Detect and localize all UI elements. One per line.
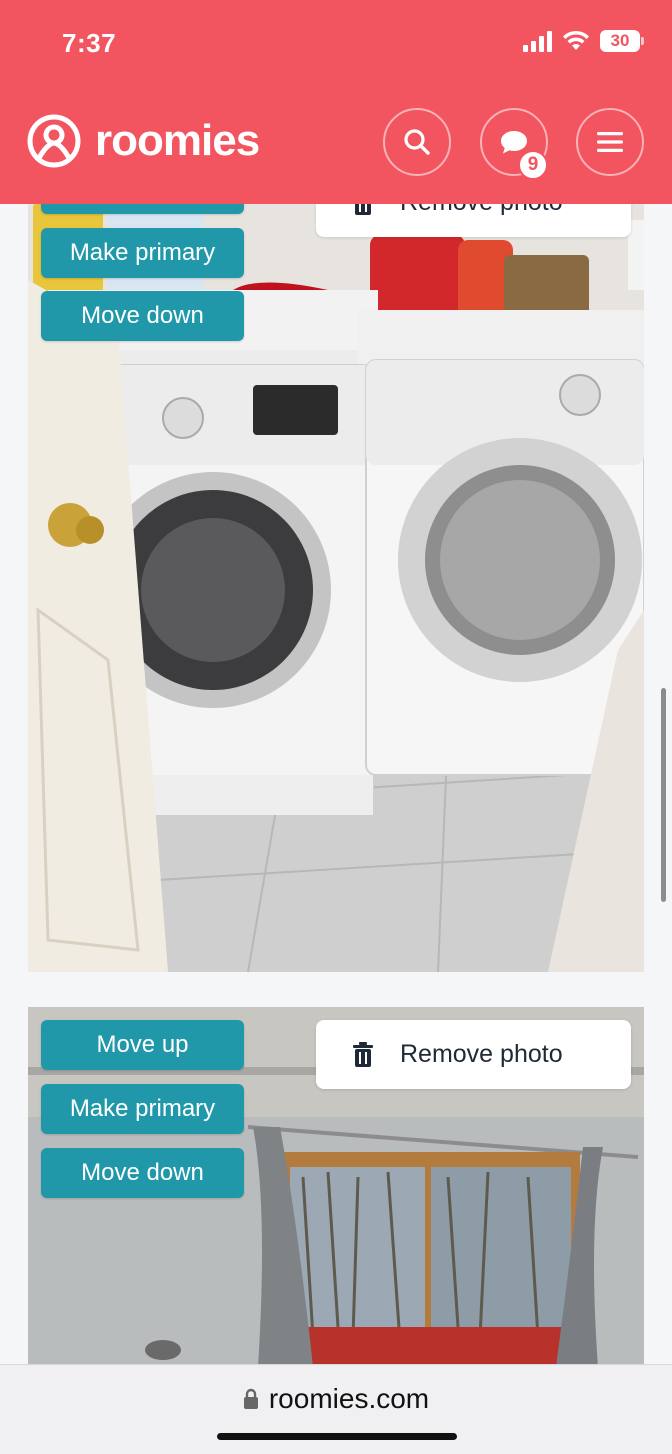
- url-text: roomies.com: [268, 1383, 430, 1414]
- url-display[interactable]: roomies.com: [0, 1383, 672, 1415]
- message-count-badge: 9: [518, 150, 548, 180]
- menu-icon: [597, 132, 623, 152]
- make-primary-button[interactable]: Make primary: [41, 228, 244, 278]
- home-indicator: [217, 1433, 457, 1440]
- photo-card-1: Remove photo Make primary Move down: [28, 180, 644, 972]
- search-icon: [404, 129, 430, 155]
- roomies-logo-icon: [27, 114, 81, 168]
- trash-icon: [353, 1041, 373, 1067]
- page-scrollbar[interactable]: [661, 688, 666, 902]
- brand-name: roomies: [95, 116, 260, 165]
- remove-photo-label: Remove photo: [400, 1040, 563, 1068]
- lock-icon: [243, 1388, 258, 1409]
- search-button[interactable]: [383, 108, 451, 176]
- make-primary-button[interactable]: Make primary: [41, 1084, 244, 1134]
- battery-indicator: 30: [600, 30, 644, 52]
- app-screen: 7:37 30 roomies 9 Make primary Move down…: [0, 0, 672, 1454]
- status-icons: 30: [523, 30, 644, 52]
- status-time: 7:37: [62, 28, 117, 58]
- move-down-button[interactable]: Move down: [41, 291, 244, 341]
- wifi-icon: [563, 30, 589, 50]
- photo-card-2: Remove photo Move up Make primary Move d…: [28, 1007, 644, 1367]
- messages-button[interactable]: 9: [480, 108, 548, 180]
- browser-address-bar[interactable]: roomies.com: [0, 1364, 672, 1454]
- move-down-button[interactable]: Move down: [41, 1148, 244, 1198]
- app-header: 7:37 30 roomies 9: [0, 0, 672, 204]
- menu-button[interactable]: [576, 108, 644, 176]
- move-up-button[interactable]: Move up: [41, 1020, 244, 1070]
- remove-photo-button[interactable]: Remove photo: [316, 1020, 631, 1089]
- roomies-logo[interactable]: roomies: [27, 114, 260, 168]
- cellular-signal-icon: [523, 30, 552, 52]
